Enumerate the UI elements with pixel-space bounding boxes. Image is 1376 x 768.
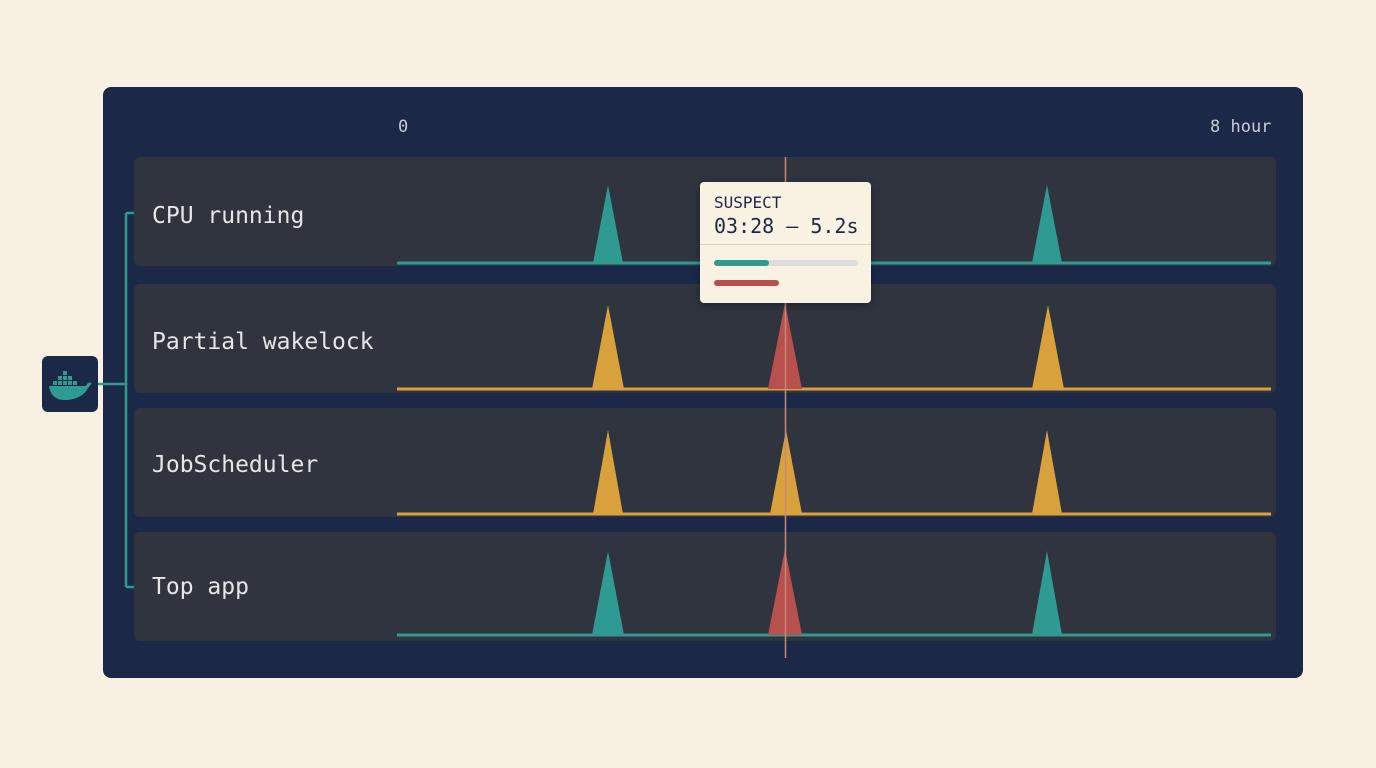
spike — [593, 185, 623, 263]
tree-connector — [98, 211, 134, 589]
tooltip-progress-track — [714, 260, 858, 266]
spike — [1032, 305, 1064, 389]
tooltip-secondary-bar — [714, 280, 779, 286]
tooltip-divider — [700, 244, 871, 245]
spike — [1032, 430, 1062, 514]
tooltip-value: 03:28 – 5.2s — [714, 214, 859, 238]
spike — [593, 430, 623, 514]
docker-whale-icon — [49, 371, 92, 400]
spike — [592, 551, 624, 635]
tooltip-title: SUSPECT — [714, 193, 782, 212]
spike — [1032, 551, 1062, 635]
app-icon[interactable] — [42, 356, 98, 412]
spike — [1032, 185, 1062, 263]
track-line-top-app — [397, 549, 1271, 637]
timeline-graphics — [98, 157, 1271, 658]
track-line-jobscheduler — [397, 430, 1271, 516]
track-line-partial-wakelock — [397, 303, 1271, 391]
tooltip-progress-fill — [714, 260, 769, 266]
suspect-tooltip: SUSPECT 03:28 – 5.2s — [700, 182, 871, 303]
spike — [592, 305, 624, 389]
